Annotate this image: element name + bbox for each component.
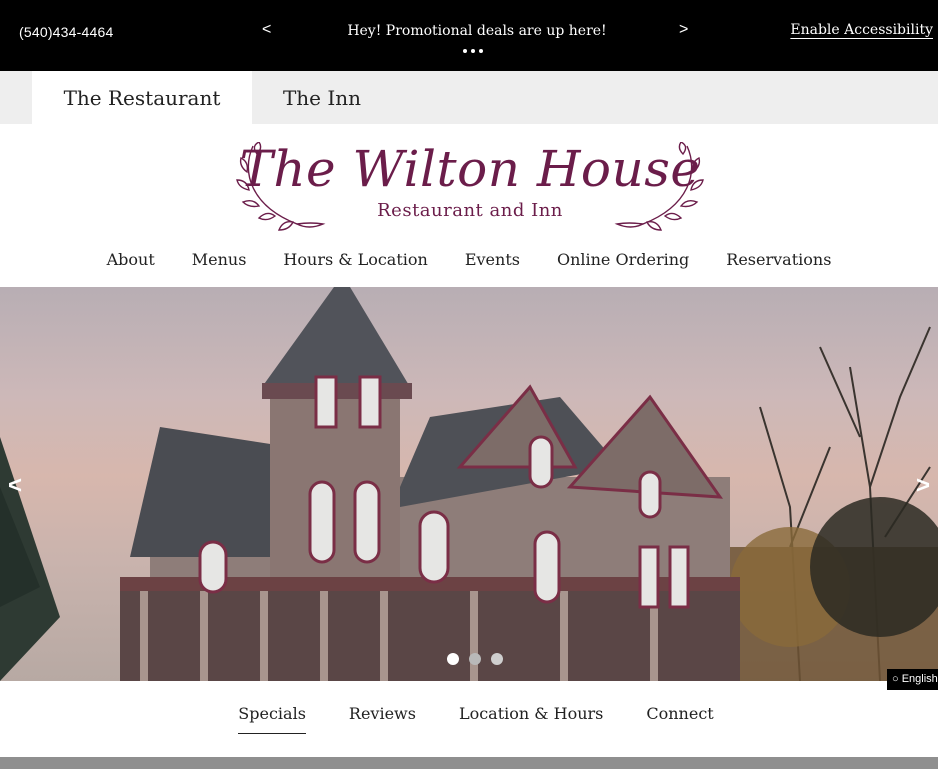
language-selector[interactable]: ○ English — [887, 669, 938, 690]
promo-dot[interactable] — [463, 49, 467, 53]
site-tabs: The Restaurant The Inn — [0, 71, 938, 124]
tab-specials[interactable]: Specials — [238, 704, 306, 734]
logo-subtitle: Restaurant and Inn — [377, 200, 563, 221]
tab-the-inn[interactable]: The Inn — [252, 71, 392, 124]
promo-next-button[interactable]: > — [679, 21, 688, 39]
promo-text: Hey! Promotional deals are up here! — [347, 23, 607, 39]
site-logo[interactable]: The Wilton House Restaurant and Inn — [235, 136, 705, 236]
nav-hours-location[interactable]: Hours & Location — [283, 250, 427, 278]
nav-reservations[interactable]: Reservations — [726, 250, 831, 278]
hero-slideshow[interactable]: < > — [0, 287, 938, 681]
hero-house-image — [0, 287, 938, 681]
logo-title: The Wilton House — [239, 140, 701, 198]
promo-prev-button[interactable]: < — [262, 21, 271, 39]
nav-events[interactable]: Events — [465, 250, 520, 278]
hero-pager-dots — [447, 653, 503, 665]
nav-menus[interactable]: Menus — [192, 250, 247, 278]
hero-dot-3[interactable] — [491, 653, 503, 665]
tab-the-restaurant[interactable]: The Restaurant — [32, 71, 252, 124]
hero-prev-button[interactable]: < — [8, 472, 22, 500]
nav-about[interactable]: About — [107, 250, 155, 278]
promo-pager-dots[interactable] — [463, 49, 483, 53]
globe-icon: ○ — [892, 673, 902, 685]
hero-next-button[interactable]: > — [916, 472, 930, 500]
section-tabs: Specials Reviews Location & Hours Connec… — [0, 704, 938, 734]
content-divider — [0, 757, 938, 769]
main-nav: About Menus Hours & Location Events Onli… — [0, 250, 938, 278]
promo-dot[interactable] — [479, 49, 483, 53]
hero-dot-2[interactable] — [469, 653, 481, 665]
promo-dot[interactable] — [471, 49, 475, 53]
tab-connect[interactable]: Connect — [646, 704, 713, 734]
tab-reviews[interactable]: Reviews — [349, 704, 416, 734]
promo-bar: (540)434-4464 < Hey! Promotional deals a… — [0, 0, 938, 71]
language-label: English — [901, 673, 938, 685]
nav-online-ordering[interactable]: Online Ordering — [557, 250, 689, 278]
phone-number[interactable]: (540)434-4464 — [19, 24, 113, 40]
hero-dot-1[interactable] — [447, 653, 459, 665]
enable-accessibility-link[interactable]: Enable Accessibility — [790, 22, 933, 38]
house-shape — [120, 287, 740, 681]
tab-location-hours[interactable]: Location & Hours — [459, 704, 603, 734]
